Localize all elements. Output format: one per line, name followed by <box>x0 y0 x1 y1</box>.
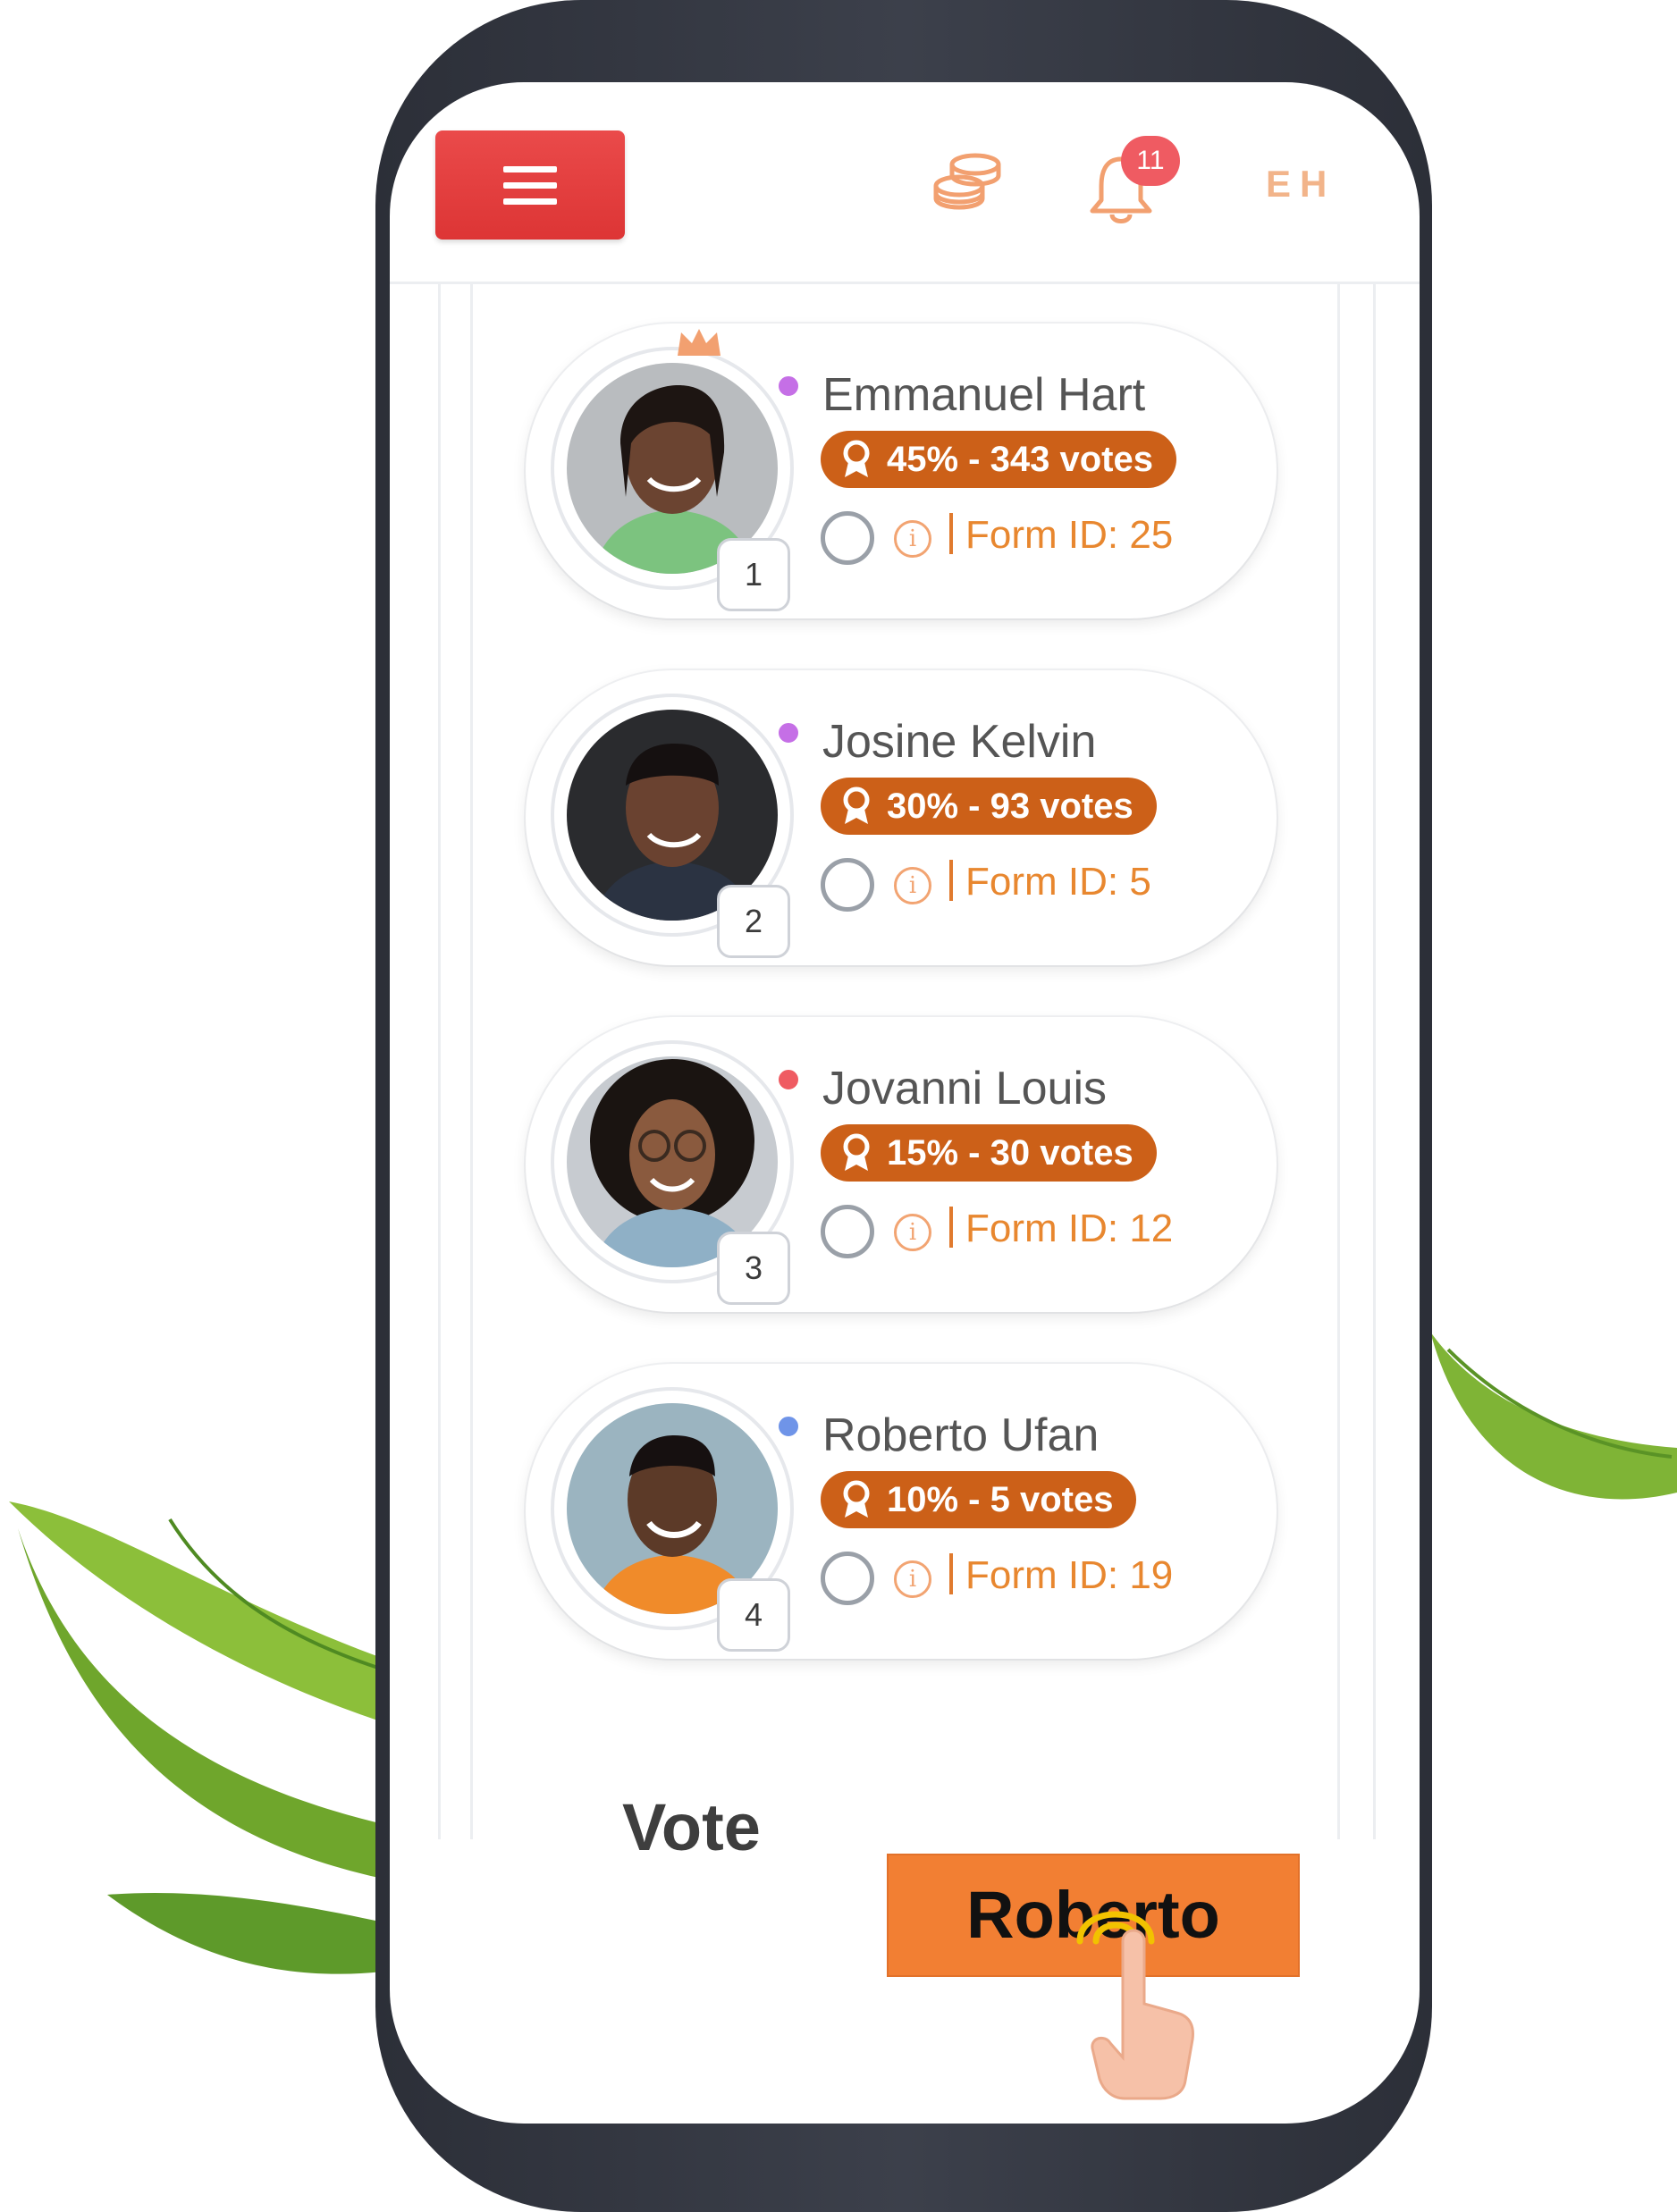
select-radio[interactable] <box>821 511 874 565</box>
award-ribbon-icon <box>843 786 870 824</box>
list-guide-line <box>1337 284 1340 1839</box>
coins-stack-icon[interactable] <box>932 152 1002 214</box>
form-id: Form ID: 5 <box>965 860 1151 904</box>
info-icon[interactable]: i <box>894 867 931 904</box>
info-icon[interactable]: i <box>894 1214 931 1251</box>
notification-badge: 11 <box>1121 136 1180 186</box>
list-guide-line <box>470 284 473 1839</box>
menu-button[interactable] <box>435 130 625 240</box>
select-radio[interactable] <box>821 858 874 912</box>
select-radio[interactable] <box>821 1552 874 1605</box>
candidate-card[interactable]: 1 Emmanuel Hart 45% - 343 votes i Form I… <box>526 324 1277 618</box>
candidate-card[interactable]: 3 Jovanni Louis 15% - 30 votes i Form ID… <box>526 1017 1277 1312</box>
app-header: 11 EH <box>390 82 1420 284</box>
votes-text: 30% - 93 votes <box>887 786 1133 826</box>
divider <box>949 860 953 901</box>
vote-label: Vote <box>622 1790 761 1864</box>
votes-badge: 30% - 93 votes <box>821 778 1157 835</box>
rank-badge: 3 <box>717 1232 790 1305</box>
avatar-ring: 2 <box>551 694 801 958</box>
status-dot <box>776 1414 801 1439</box>
candidate-name: Emmanuel Hart <box>822 369 1146 421</box>
avatar-ring: 1 <box>551 329 801 611</box>
user-initials[interactable]: EH <box>1266 163 1346 207</box>
candidate-name: Roberto Ufan <box>822 1409 1100 1461</box>
award-ribbon-icon <box>843 1480 870 1518</box>
leaf-decoration-right <box>1430 1332 1677 1500</box>
votes-text: 15% - 30 votes <box>887 1133 1133 1173</box>
votes-text: 45% - 343 votes <box>887 440 1153 479</box>
avatar-ring: 3 <box>551 1040 801 1305</box>
leaf-decoration-left <box>9 1501 420 1974</box>
list-guide-line <box>438 284 441 1839</box>
votes-badge: 10% - 5 votes <box>821 1471 1137 1528</box>
form-id: Form ID: 12 <box>965 1207 1174 1250</box>
list-guide-line <box>1373 284 1376 1839</box>
info-icon[interactable]: i <box>894 1560 931 1598</box>
votes-badge: 45% - 343 votes <box>821 431 1176 488</box>
avatar-ring: 4 <box>551 1387 801 1652</box>
status-dot <box>776 720 801 745</box>
status-dot <box>776 374 801 399</box>
pointer-hand-icon <box>1091 1929 1194 2100</box>
status-dot <box>776 1067 801 1092</box>
award-ribbon-icon <box>843 440 870 477</box>
rank-badge: 1 <box>717 538 790 611</box>
rank-badge: 4 <box>717 1578 790 1652</box>
candidate-name: Jovanni Louis <box>822 1063 1107 1114</box>
votes-text: 10% - 5 votes <box>887 1480 1114 1519</box>
crown-icon <box>678 329 721 356</box>
divider <box>949 513 953 554</box>
rank-badge: 2 <box>717 885 790 958</box>
form-id: Form ID: 19 <box>965 1553 1174 1597</box>
candidate-card[interactable]: 4 Roberto Ufan 10% - 5 votes i Form ID: … <box>526 1364 1277 1659</box>
info-icon[interactable]: i <box>894 520 931 558</box>
phone-screen: 11 EH 1 Emmanuel Hart 45% - 343 votes i … <box>390 82 1420 2124</box>
form-id: Form ID: 25 <box>965 513 1174 557</box>
candidate-card[interactable]: 2 Josine Kelvin 30% - 93 votes i Form ID… <box>526 670 1277 965</box>
award-ribbon-icon <box>843 1133 870 1171</box>
stage: 11 EH 1 Emmanuel Hart 45% - 343 votes i … <box>0 0 1677 2212</box>
divider <box>949 1553 953 1594</box>
select-radio[interactable] <box>821 1205 874 1258</box>
votes-badge: 15% - 30 votes <box>821 1124 1157 1182</box>
divider <box>949 1207 953 1248</box>
candidate-name: Josine Kelvin <box>822 716 1097 768</box>
